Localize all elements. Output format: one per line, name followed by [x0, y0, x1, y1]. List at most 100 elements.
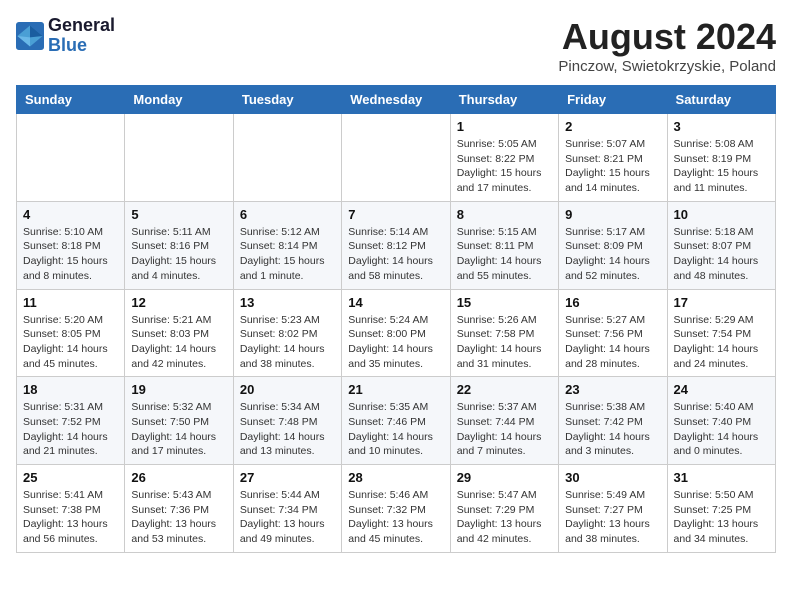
weekday-thursday: Thursday	[450, 86, 558, 114]
day-number: 18	[23, 382, 118, 397]
day-info: Sunrise: 5:11 AM Sunset: 8:16 PM Dayligh…	[131, 225, 226, 284]
day-number: 15	[457, 295, 552, 310]
day-info: Sunrise: 5:38 AM Sunset: 7:42 PM Dayligh…	[565, 400, 660, 459]
calendar-week-2: 4Sunrise: 5:10 AM Sunset: 8:18 PM Daylig…	[17, 201, 776, 289]
day-number: 6	[240, 207, 335, 222]
calendar-body: 1 Sunrise: 5:05 AM Sunset: 8:22 PM Daylig…	[17, 114, 776, 553]
calendar-cell	[17, 114, 125, 202]
weekday-monday: Monday	[125, 86, 233, 114]
calendar-week-1: 1 Sunrise: 5:05 AM Sunset: 8:22 PM Daylig…	[17, 114, 776, 202]
calendar-cell: 4Sunrise: 5:10 AM Sunset: 8:18 PM Daylig…	[17, 201, 125, 289]
day-number: 11	[23, 295, 118, 310]
calendar-cell: 27 Sunrise: 5:44 AM Sunset: 7:34 PM Dayli…	[233, 465, 341, 553]
day-info: Sunrise: 5:47 AM Sunset: 7:29 PM Dayligh…	[457, 488, 552, 547]
calendar-cell: 18 Sunrise: 5:31 AM Sunset: 7:52 PM Dayli…	[17, 377, 125, 465]
calendar-table: SundayMondayTuesdayWednesdayThursdayFrid…	[16, 85, 776, 553]
logo-line1: General	[48, 16, 115, 36]
weekday-header-row: SundayMondayTuesdayWednesdayThursdayFrid…	[17, 86, 776, 114]
calendar-cell: 17 Sunrise: 5:29 AM Sunset: 7:54 PM Dayli…	[667, 289, 775, 377]
day-number: 13	[240, 295, 335, 310]
weekday-wednesday: Wednesday	[342, 86, 450, 114]
calendar-cell: 13 Sunrise: 5:23 AM Sunset: 8:02 PM Dayli…	[233, 289, 341, 377]
calendar-cell: 28Sunrise: 5:46 AM Sunset: 7:32 PM Dayli…	[342, 465, 450, 553]
day-number: 29	[457, 470, 552, 485]
day-number: 5	[131, 207, 226, 222]
day-info: Sunrise: 5:05 AM Sunset: 8:22 PM Dayligh…	[457, 137, 552, 196]
calendar-cell: 21 Sunrise: 5:35 AM Sunset: 7:46 PM Dayli…	[342, 377, 450, 465]
day-info: Sunrise: 5:49 AM Sunset: 7:27 PM Dayligh…	[565, 488, 660, 547]
day-number: 16	[565, 295, 660, 310]
day-number: 12	[131, 295, 226, 310]
calendar-cell: 19 Sunrise: 5:32 AM Sunset: 7:50 PM Dayli…	[125, 377, 233, 465]
calendar-cell: 25 Sunrise: 5:41 AM Sunset: 7:38 PM Dayli…	[17, 465, 125, 553]
calendar-cell: 8 Sunrise: 5:15 AM Sunset: 8:11 PM Daylig…	[450, 201, 558, 289]
location: Pinczow, Swietokrzyskie, Poland	[558, 58, 776, 75]
day-info: Sunrise: 5:41 AM Sunset: 7:38 PM Dayligh…	[23, 488, 118, 547]
calendar-cell: 14 Sunrise: 5:24 AM Sunset: 8:00 PM Dayli…	[342, 289, 450, 377]
calendar-cell: 3Sunrise: 5:08 AM Sunset: 8:19 PM Daylig…	[667, 114, 775, 202]
day-info: Sunrise: 5:12 AM Sunset: 8:14 PM Dayligh…	[240, 225, 335, 284]
page-header: General Blue August 2024 Pinczow, Swieto…	[16, 16, 776, 75]
calendar-week-4: 18 Sunrise: 5:31 AM Sunset: 7:52 PM Dayli…	[17, 377, 776, 465]
day-info: Sunrise: 5:15 AM Sunset: 8:11 PM Dayligh…	[457, 225, 552, 284]
day-number: 23	[565, 382, 660, 397]
calendar-cell: 1 Sunrise: 5:05 AM Sunset: 8:22 PM Daylig…	[450, 114, 558, 202]
calendar-cell: 2Sunrise: 5:07 AM Sunset: 8:21 PM Daylig…	[559, 114, 667, 202]
calendar-cell: 29 Sunrise: 5:47 AM Sunset: 7:29 PM Dayli…	[450, 465, 558, 553]
day-number: 10	[674, 207, 769, 222]
day-info: Sunrise: 5:44 AM Sunset: 7:34 PM Dayligh…	[240, 488, 335, 547]
calendar-cell: 15 Sunrise: 5:26 AM Sunset: 7:58 PM Dayli…	[450, 289, 558, 377]
day-number: 1	[457, 119, 552, 134]
day-info: Sunrise: 5:50 AM Sunset: 7:25 PM Dayligh…	[674, 488, 769, 547]
calendar-cell: 23 Sunrise: 5:38 AM Sunset: 7:42 PM Dayli…	[559, 377, 667, 465]
day-number: 27	[240, 470, 335, 485]
day-number: 14	[348, 295, 443, 310]
calendar-cell: 12 Sunrise: 5:21 AM Sunset: 8:03 PM Dayli…	[125, 289, 233, 377]
calendar-cell: 10 Sunrise: 5:18 AM Sunset: 8:07 PM Dayli…	[667, 201, 775, 289]
day-info: Sunrise: 5:18 AM Sunset: 8:07 PM Dayligh…	[674, 225, 769, 284]
logo-icon	[16, 22, 44, 50]
day-number: 31	[674, 470, 769, 485]
day-number: 21	[348, 382, 443, 397]
day-number: 19	[131, 382, 226, 397]
calendar-cell: 16 Sunrise: 5:27 AM Sunset: 7:56 PM Dayli…	[559, 289, 667, 377]
day-info: Sunrise: 5:34 AM Sunset: 7:48 PM Dayligh…	[240, 400, 335, 459]
day-info: Sunrise: 5:17 AM Sunset: 8:09 PM Dayligh…	[565, 225, 660, 284]
calendar-cell	[233, 114, 341, 202]
calendar-week-5: 25 Sunrise: 5:41 AM Sunset: 7:38 PM Dayli…	[17, 465, 776, 553]
day-number: 8	[457, 207, 552, 222]
day-info: Sunrise: 5:08 AM Sunset: 8:19 PM Dayligh…	[674, 137, 769, 196]
weekday-saturday: Saturday	[667, 86, 775, 114]
month-year: August 2024	[558, 16, 776, 58]
day-info: Sunrise: 5:40 AM Sunset: 7:40 PM Dayligh…	[674, 400, 769, 459]
day-info: Sunrise: 5:35 AM Sunset: 7:46 PM Dayligh…	[348, 400, 443, 459]
calendar-cell: 20Sunrise: 5:34 AM Sunset: 7:48 PM Dayli…	[233, 377, 341, 465]
day-info: Sunrise: 5:21 AM Sunset: 8:03 PM Dayligh…	[131, 313, 226, 372]
calendar-cell	[125, 114, 233, 202]
day-number: 7	[348, 207, 443, 222]
day-info: Sunrise: 5:20 AM Sunset: 8:05 PM Dayligh…	[23, 313, 118, 372]
day-info: Sunrise: 5:24 AM Sunset: 8:00 PM Dayligh…	[348, 313, 443, 372]
weekday-tuesday: Tuesday	[233, 86, 341, 114]
day-info: Sunrise: 5:07 AM Sunset: 8:21 PM Dayligh…	[565, 137, 660, 196]
day-info: Sunrise: 5:23 AM Sunset: 8:02 PM Dayligh…	[240, 313, 335, 372]
weekday-friday: Friday	[559, 86, 667, 114]
day-info: Sunrise: 5:31 AM Sunset: 7:52 PM Dayligh…	[23, 400, 118, 459]
day-number: 26	[131, 470, 226, 485]
day-number: 9	[565, 207, 660, 222]
day-info: Sunrise: 5:27 AM Sunset: 7:56 PM Dayligh…	[565, 313, 660, 372]
day-number: 22	[457, 382, 552, 397]
calendar-header: SundayMondayTuesdayWednesdayThursdayFrid…	[17, 86, 776, 114]
weekday-sunday: Sunday	[17, 86, 125, 114]
day-info: Sunrise: 5:32 AM Sunset: 7:50 PM Dayligh…	[131, 400, 226, 459]
day-number: 25	[23, 470, 118, 485]
calendar-cell: 11 Sunrise: 5:20 AM Sunset: 8:05 PM Dayli…	[17, 289, 125, 377]
day-info: Sunrise: 5:14 AM Sunset: 8:12 PM Dayligh…	[348, 225, 443, 284]
day-info: Sunrise: 5:26 AM Sunset: 7:58 PM Dayligh…	[457, 313, 552, 372]
calendar-cell: 22Sunrise: 5:37 AM Sunset: 7:44 PM Dayli…	[450, 377, 558, 465]
calendar-cell: 5 Sunrise: 5:11 AM Sunset: 8:16 PM Daylig…	[125, 201, 233, 289]
logo-line2: Blue	[48, 36, 115, 56]
day-number: 17	[674, 295, 769, 310]
day-info: Sunrise: 5:46 AM Sunset: 7:32 PM Dayligh…	[348, 488, 443, 547]
day-info: Sunrise: 5:29 AM Sunset: 7:54 PM Dayligh…	[674, 313, 769, 372]
